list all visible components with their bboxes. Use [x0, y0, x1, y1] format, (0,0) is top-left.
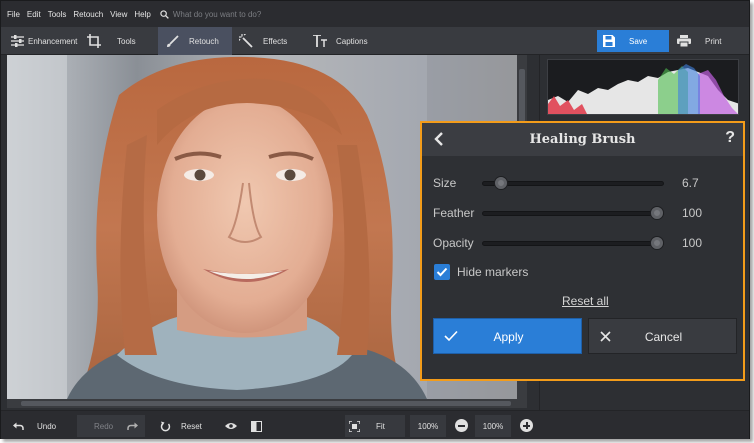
redo-button[interactable]: Redo — [77, 415, 145, 437]
size-slider-knob[interactable] — [493, 176, 508, 190]
reset-button[interactable]: Reset — [160, 415, 202, 437]
feather-value: 100 — [682, 206, 703, 220]
undo-label: Undo — [37, 421, 57, 431]
healing-brush-panel: Healing Brush ? Size 6.7 Feather 100 Opa… — [420, 121, 745, 381]
hide-markers-checkbox[interactable] — [434, 264, 450, 280]
checkmark-icon — [436, 267, 448, 277]
size-slider-row: Size 6.7 — [422, 173, 743, 193]
feather-slider-track[interactable] — [482, 211, 664, 216]
redo-icon — [127, 422, 139, 430]
hide-markers-label[interactable]: Hide markers — [457, 265, 528, 279]
apply-label: Apply — [493, 330, 524, 344]
save-label: Save — [629, 36, 648, 46]
crop-icon — [87, 34, 101, 48]
menu-edit[interactable]: Edit — [27, 10, 41, 19]
tab-tools-label: Tools — [117, 36, 136, 46]
compare-icon — [251, 420, 262, 432]
opacity-slider-row: Opacity 100 — [422, 233, 743, 253]
tab-effects[interactable]: Effects — [239, 27, 287, 55]
menu-view[interactable]: View — [110, 10, 127, 19]
save-icon — [603, 35, 615, 47]
tab-effects-label: Effects — [263, 36, 288, 46]
panel-title: Healing Brush — [529, 132, 636, 147]
brush-icon — [167, 34, 179, 47]
reset-label: Reset — [181, 421, 202, 431]
bottom-bar: Undo Redo Reset Fit 100% 100% — [1, 410, 749, 439]
magic-wand-icon — [239, 34, 253, 48]
text-icon — [313, 35, 327, 47]
printer-icon — [677, 35, 691, 47]
menu-bar: File Edit Tools Retouch View Help What d… — [1, 1, 749, 27]
undo-button[interactable]: Undo — [13, 415, 56, 437]
opacity-label: Opacity — [433, 236, 474, 250]
save-button[interactable]: Save — [597, 30, 669, 52]
menu-retouch[interactable]: Retouch — [73, 10, 103, 19]
compare-button[interactable] — [251, 415, 268, 437]
print-label: Print — [705, 36, 722, 46]
menu-file[interactable]: File — [7, 10, 20, 19]
apply-button[interactable]: Apply — [433, 318, 582, 354]
cancel-label: Cancel — [644, 330, 683, 344]
tab-retouch-label: Retouch — [189, 36, 219, 46]
toolbar: Enhancement Tools Retouch Effects Captio… — [1, 27, 749, 55]
redo-label: Redo — [94, 421, 114, 431]
fit-label: Fit — [376, 421, 385, 431]
opacity-value: 100 — [682, 236, 703, 250]
opacity-slider-knob[interactable] — [650, 236, 664, 250]
search-icon — [160, 9, 169, 19]
zoom-level-field[interactable]: 100% — [475, 415, 511, 437]
search-box[interactable]: What do you want to do? — [160, 9, 262, 19]
tab-enhancement-label: Enhancement — [28, 36, 78, 46]
zoom-level-value: 100% — [482, 421, 504, 431]
menu-tools[interactable]: Tools — [48, 10, 67, 19]
feather-slider-row: Feather 100 — [422, 203, 743, 223]
undo-icon — [13, 422, 24, 430]
reset-icon — [160, 421, 171, 431]
zoom-100-button[interactable]: 100% — [410, 415, 446, 437]
tab-enhancement[interactable]: Enhancement — [11, 27, 77, 55]
zoom-in-button[interactable] — [520, 419, 533, 432]
opacity-slider-track[interactable] — [482, 241, 664, 246]
horizontal-scroll-thumb[interactable] — [21, 401, 511, 406]
histogram — [547, 59, 739, 115]
size-label: Size — [433, 176, 457, 190]
tab-tools[interactable]: Tools — [87, 27, 136, 55]
eye-icon — [225, 423, 237, 429]
help-icon[interactable]: ? — [725, 129, 735, 147]
preview-eye-button[interactable] — [225, 415, 243, 437]
zoom-100-label: 100% — [417, 421, 439, 431]
tab-captions-label: Captions — [336, 36, 368, 46]
search-input[interactable]: What do you want to do? — [173, 10, 262, 19]
fit-screen-icon — [349, 420, 360, 432]
tab-captions[interactable]: Captions — [313, 27, 368, 55]
fit-button[interactable]: Fit — [345, 415, 405, 437]
feather-label: Feather — [433, 206, 475, 220]
horizontal-scrollbar[interactable] — [7, 399, 527, 408]
zoom-out-button[interactable] — [455, 419, 468, 432]
size-value: 6.7 — [682, 176, 699, 190]
tab-retouch[interactable]: Retouch — [158, 27, 232, 55]
feather-slider-knob[interactable] — [650, 206, 664, 220]
size-slider-track[interactable] — [482, 181, 664, 186]
healing-brush-header: Healing Brush ? — [422, 123, 743, 156]
reset-all-link[interactable]: Reset all — [562, 294, 609, 308]
menu-help[interactable]: Help — [134, 10, 150, 19]
print-button[interactable]: Print — [673, 30, 743, 52]
cancel-button[interactable]: Cancel — [588, 318, 737, 354]
sliders-icon — [11, 35, 24, 47]
